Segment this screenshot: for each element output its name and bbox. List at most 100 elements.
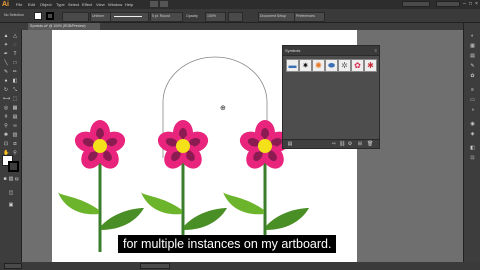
opacity-field[interactable]: 100% [205,12,226,22]
menu-object[interactable]: Object [40,1,52,8]
stroke-color-box[interactable] [8,161,19,172]
menu-window[interactable]: Window [108,1,122,8]
blob-brush-tool-icon[interactable]: ● [3,78,9,84]
column-graph-tool-icon[interactable]: ▥ [12,132,18,138]
pencil-tool-icon[interactable]: ✏ [12,69,18,75]
artboards-panel-icon[interactable]: ⊡ [469,155,476,162]
fill-swatch[interactable] [34,12,42,20]
flower-2-right-leaf [184,208,227,230]
panel-header[interactable]: Symbols ≡ [283,46,379,56]
blend-tool-icon[interactable]: ∞ [12,123,18,129]
panel-menu-icon[interactable]: ≡ [375,47,377,55]
preferences-button[interactable]: Preferences [294,12,325,22]
appearance-panel-icon[interactable]: ◉ [469,121,476,128]
panel-dock: ◐ ▦ ▤ ✎ ✿ ≡ ▭ ◑ ◉ ◈ ◧ ⊡ [463,23,480,262]
current-tool-status[interactable] [140,263,170,269]
width-tool-icon[interactable]: ⟷ [3,96,10,102]
stroke-panel-icon[interactable]: ≡ [469,87,476,94]
variable-width-profile[interactable]: Uniform [90,12,111,22]
line-tool-icon[interactable]: ╲ [3,60,9,66]
eyedropper-tool-icon[interactable]: ⚲ [3,123,9,129]
flower-2-left-leaf [141,192,182,215]
graphic-styles-icon[interactable]: ◈ [469,131,476,138]
minimize-icon[interactable]: – [463,0,468,8]
stroke-swatch[interactable] [46,12,54,20]
menu-edit[interactable]: Edit [28,1,35,8]
perspective-grid-tool-icon[interactable]: ▦ [12,105,18,111]
magic-wand-tool-icon[interactable]: ✦ [3,42,9,48]
color-panel-icon[interactable]: ◐ [469,33,476,40]
selection-tool-icon[interactable]: ▲ [3,33,9,39]
symbol-burst[interactable]: ✺ [312,59,325,72]
mesh-tool-icon[interactable]: # [3,114,9,120]
symbol-flower[interactable]: ✿ [351,59,364,72]
slice-tool-icon[interactable]: ⧄ [12,141,18,147]
app-logo: Ai [2,1,9,8]
rectangle-tool-icon[interactable]: □ [12,60,18,66]
menu-type[interactable]: Type [56,1,65,8]
menu-select[interactable]: Select [68,1,79,8]
menu-view[interactable]: View [96,1,105,8]
stroke-preview[interactable] [110,12,149,22]
eraser-tool-icon[interactable]: ◧ [12,78,18,84]
flower-3-right-leaf [266,208,309,230]
symbols-panel[interactable]: Symbols ≡ ▬ ✷ ✺ ⬬ ✲ ✿ ✱ ▤ ⇨ ⛓ ⚙ ⊞ 🗑 [282,45,380,149]
symbol-sprayer-tool-icon[interactable]: ✺ [3,132,9,138]
gradient-panel-icon[interactable]: ▭ [469,97,476,104]
panel-footer: ▤ ⇨ ⛓ ⚙ ⊞ 🗑 [283,139,379,148]
stroke-weight-field[interactable] [62,12,89,22]
bridge-icon[interactable] [150,1,158,7]
swatches-panel-icon[interactable]: ▤ [469,53,476,60]
delete-symbol-icon[interactable]: 🗑 [367,141,373,147]
symbol-libraries-menu-icon[interactable]: ▤ [287,141,293,147]
menu-file[interactable]: File [16,1,22,8]
place-symbol-instance-icon[interactable]: ⇨ [331,141,337,147]
status-bar [0,262,480,270]
document-setup-button[interactable]: Document Setup [258,12,295,22]
none-mode-icon[interactable]: ⧅ [14,176,20,182]
style-picker[interactable] [228,12,243,22]
close-icon[interactable]: × [475,0,480,8]
maximize-icon[interactable]: □ [469,0,474,8]
symbol-banner[interactable]: ▬ [286,59,299,72]
gradient-tool-icon[interactable]: ▤ [12,114,18,120]
type-tool-icon[interactable]: T [12,51,18,57]
free-transform-tool-icon[interactable]: ⬚ [12,96,18,102]
shape-builder-tool-icon[interactable]: ◎ [3,105,9,111]
lasso-tool-icon[interactable]: ◌ [12,42,18,48]
flower-2-center [176,139,190,153]
workspace-switcher[interactable] [402,1,430,7]
panel-title[interactable]: Symbols [285,47,300,55]
flower-1-left-leaf [58,192,99,215]
menu-bar: Ai File Edit Object Type Select Effect V… [0,0,480,9]
symbol-gear[interactable]: ✲ [338,59,351,72]
arrange-documents-icon[interactable] [160,1,168,7]
new-symbol-icon[interactable]: ⊞ [357,141,363,147]
brush-definition[interactable]: 5 pt. Round [150,12,183,22]
symbol-sprayer-cursor-icon: ⊕ [220,105,226,112]
scale-tool-icon[interactable]: ⤡ [12,87,18,93]
symbols-panel-icon[interactable]: ✿ [469,73,476,80]
drawing-mode-icon[interactable]: ◫ [8,190,14,196]
symbol-options-icon[interactable]: ⚙ [347,141,353,147]
paintbrush-tool-icon[interactable]: ✎ [3,69,9,75]
layers-panel-icon[interactable]: ◧ [469,145,476,152]
flower-3-center [258,139,272,153]
transparency-panel-icon[interactable]: ◑ [469,107,476,114]
pen-tool-icon[interactable]: ✒ [3,51,9,57]
menu-effect[interactable]: Effect [82,1,92,8]
screen-mode-icon[interactable]: ▣ [8,202,14,208]
menu-help[interactable]: Help [125,1,133,8]
break-link-icon[interactable]: ⛓ [339,141,345,147]
direct-selection-tool-icon[interactable]: △ [12,33,18,39]
document-tab[interactable]: Symbols.ai* @ 100% (RGB/Preview) [28,23,100,30]
symbol-ribbon[interactable]: ⬬ [325,59,338,72]
symbol-splat[interactable]: ✷ [299,59,312,72]
symbol-badge[interactable]: ✱ [364,59,377,72]
search-field[interactable] [436,1,460,7]
zoom-level-field[interactable] [4,263,22,269]
brushes-panel-icon[interactable]: ✎ [469,63,476,70]
rotate-tool-icon[interactable]: ↻ [3,87,9,93]
color-guide-icon[interactable]: ▦ [469,43,476,50]
artboard-tool-icon[interactable]: ⊡ [3,141,9,147]
